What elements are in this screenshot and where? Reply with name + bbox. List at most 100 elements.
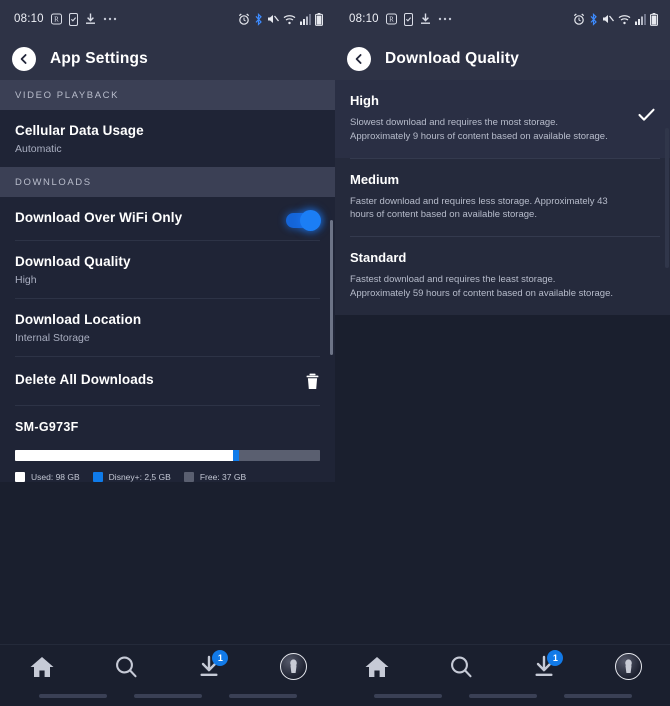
download-quality-options: High Slowest download and requires the m… [335,80,670,315]
scrollbar-left-panel[interactable] [330,220,333,355]
toggle-knob [300,210,321,231]
option-title: Medium [350,171,400,187]
nav-item-search[interactable] [430,655,492,679]
gesture-bar [38,694,107,698]
dual-screenshot-container: 08:10 R App Settings VIDEO PLAYBACK Cell… [0,0,670,706]
phone-check-icon [403,12,413,26]
signal-icon [300,13,311,25]
legend-swatch [92,472,103,482]
legend-item-app: Disney+: 2,5 GB [92,472,171,482]
trash-icon[interactable] [305,373,320,390]
section-header-downloads: DOWNLOADS [0,167,335,197]
wifi-icon [618,14,631,25]
signal-icon [635,13,646,25]
downloads-badge: 1 [547,650,564,666]
checkmark-icon [638,108,655,122]
legend-label: Used: 98 GB [31,472,80,482]
row-subtitle: Internal Storage [15,332,90,344]
bottom-nav-right: 1 [335,644,670,706]
right-phone-screen: 08:10 R Download Quality High Slowest do… [335,0,670,706]
home-icon [364,655,390,679]
storage-segment-used [15,450,234,461]
device-name: SM-G973F [15,420,79,434]
legend-swatch [15,472,25,482]
setting-row-download-location[interactable]: Download Location Internal Storage [0,299,335,356]
row-title: Download Location [15,312,142,327]
section-label: VIDEO PLAYBACK [15,89,120,101]
setting-row-download-over-wifi-only[interactable]: Download Over WiFi Only [0,197,335,240]
row-subtitle: High [15,274,37,286]
gesture-bars-right [335,694,670,698]
nav-item-home[interactable] [346,655,408,679]
more-ellipsis-icon [103,17,117,21]
status-bar-right: 08:10 R [335,0,670,38]
bottom-nav-left: 1 [0,644,335,706]
alarm-icon [573,13,585,25]
mute-icon [602,13,614,25]
option-medium[interactable]: Medium Faster download and requires less… [335,159,670,237]
legend-item-free: Free: 37 GB [183,472,246,482]
setting-row-download-quality[interactable]: Download Quality High [0,241,335,298]
status-bar-left: 08:10 R [0,0,335,38]
row-title: Cellular Data Usage [15,123,144,138]
wifi-only-toggle[interactable] [286,210,321,231]
nav-item-downloads[interactable]: 1 [178,650,240,679]
search-icon [449,655,473,679]
r-box-icon: R [385,13,397,25]
row-text-group: Download Location Internal Storage [15,312,141,344]
storage-block: SM-G973F Used: 98 GB Disney+: 2,5 GB Fre… [0,406,335,482]
status-bar-right-group [573,12,658,26]
setting-row-cellular-data-usage[interactable]: Cellular Data Usage Automatic [0,110,335,167]
download-icon [85,13,96,25]
status-bar-right-group [238,12,323,26]
status-bar-left-group: 08:10 R [14,12,117,26]
settings-list: VIDEO PLAYBACK Cellular Data Usage Autom… [0,80,335,482]
alarm-icon [238,13,250,25]
gesture-bar [133,694,202,698]
nav-item-profile[interactable] [597,653,659,680]
legend-item-used: Used: 98 GB [15,472,80,482]
profile-avatar-icon [279,653,307,680]
status-bar-left-group: 08:10 R [349,12,452,26]
nav-item-home[interactable] [11,655,73,679]
battery-icon [650,12,658,26]
gesture-bar [563,694,632,698]
gesture-bar [468,694,537,698]
section-header-video-playback: VIDEO PLAYBACK [0,80,335,110]
row-text-group: Cellular Data Usage Automatic [15,123,144,155]
gesture-bars-left [0,694,335,698]
status-bar-clock: 08:10 [14,13,44,25]
row-subtitle: Automatic [15,143,62,155]
left-phone-screen: 08:10 R App Settings VIDEO PLAYBACK Cell… [0,0,335,706]
chevron-left-icon [18,53,30,65]
bluetooth-icon [254,12,263,26]
left-header: App Settings [0,38,335,80]
option-high[interactable]: High Slowest download and requires the m… [335,80,670,158]
wifi-icon [283,14,296,25]
option-description: Fastest download and requires the least … [350,274,613,299]
downloads-badge: 1 [212,650,229,666]
row-title: Delete All Downloads [15,372,154,387]
option-description: Slowest download and requires the most s… [350,117,608,142]
search-icon [114,655,138,679]
scrollbar-right-panel[interactable] [665,128,669,268]
nav-item-profile[interactable] [262,653,324,680]
option-standard[interactable]: Standard Fastest download and requires t… [335,237,670,315]
back-button-right[interactable] [347,47,371,71]
setting-row-delete-all-downloads[interactable]: Delete All Downloads [0,357,335,405]
chevron-left-icon [353,53,365,65]
option-title: High [350,93,379,108]
mute-icon [267,13,279,25]
storage-bar [15,450,320,461]
download-icon [420,13,431,25]
row-text-group: Download Over WiFi Only [15,210,182,225]
gesture-bar [228,694,297,698]
bluetooth-icon [589,12,598,26]
row-title: Download Quality [15,254,131,269]
storage-segment-free [239,450,320,461]
legend-swatch [183,472,194,482]
nav-item-downloads[interactable]: 1 [513,650,575,679]
nav-item-search[interactable] [95,655,157,679]
row-title: Download Over WiFi Only [15,210,183,225]
back-button-left[interactable] [12,47,36,71]
